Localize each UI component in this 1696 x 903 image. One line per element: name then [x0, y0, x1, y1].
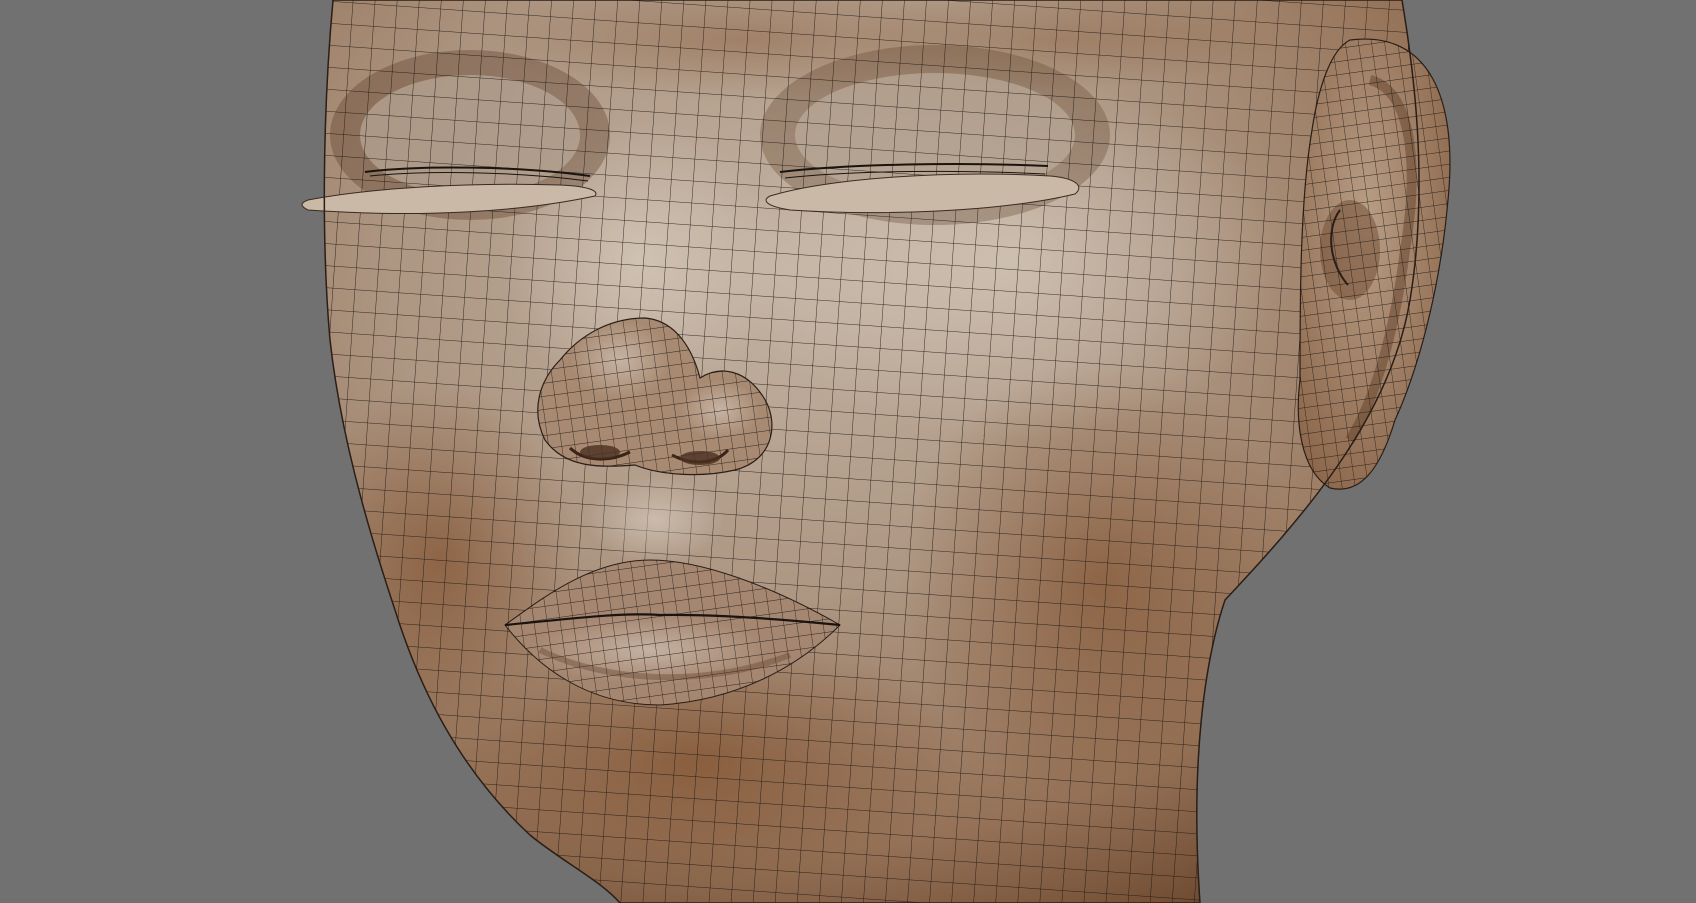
philtrum [585, 475, 725, 565]
3d-viewport[interactable] [0, 0, 1696, 903]
head-mesh-render[interactable] [0, 0, 1696, 903]
head-shading [324, 0, 1420, 903]
